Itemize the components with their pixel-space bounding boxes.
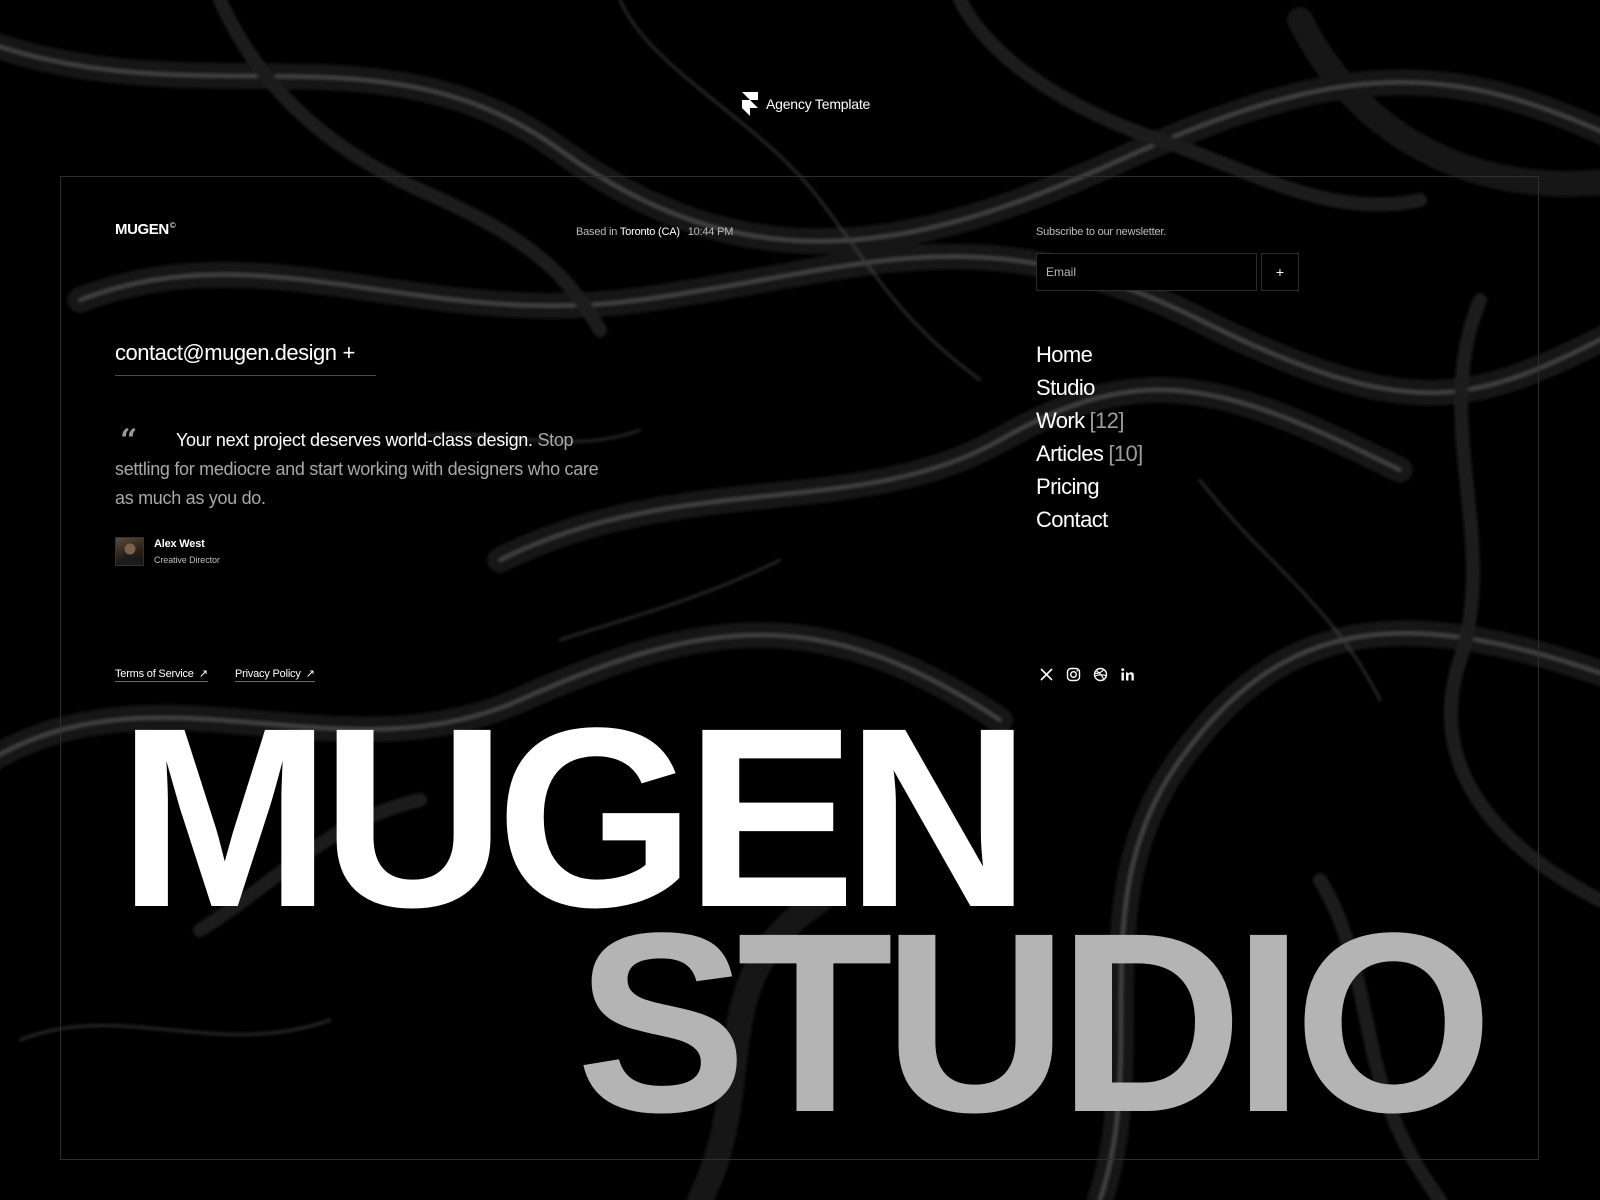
- nav-label-home: Home: [1036, 342, 1093, 367]
- linkedin-icon[interactable]: [1120, 667, 1135, 682]
- nav-count-articles: [10]: [1108, 441, 1143, 466]
- dribbble-icon[interactable]: [1093, 667, 1108, 682]
- main-navigation: Home Studio Work [12] Articles [10] Pricin…: [1036, 338, 1143, 536]
- logo-text: MUGEN: [115, 221, 169, 238]
- nav-item-pricing[interactable]: Pricing: [1036, 470, 1143, 503]
- agency-template-badge[interactable]: Agency Template: [742, 92, 870, 116]
- person-silhouette-icon: [119, 543, 142, 565]
- nav-label-articles: Articles: [1036, 441, 1104, 466]
- local-time: 10:44 PM: [687, 226, 734, 238]
- copyright-mark: ©: [169, 221, 176, 230]
- author-role: Creative Director: [154, 555, 220, 565]
- contact-email-text: contact@mugen.design: [115, 340, 337, 365]
- nav-item-home[interactable]: Home: [1036, 338, 1143, 371]
- nav-item-articles[interactable]: Articles [10]: [1036, 437, 1143, 470]
- instagram-icon[interactable]: [1066, 667, 1081, 682]
- x-icon[interactable]: [1039, 667, 1054, 682]
- location-info: Based in Toronto (CA) 10:44 PM: [576, 226, 733, 238]
- nav-label-pricing: Pricing: [1036, 474, 1100, 499]
- nav-item-contact[interactable]: Contact: [1036, 503, 1143, 536]
- framer-logo-icon: [742, 92, 758, 116]
- nav-label-contact: Contact: [1036, 507, 1108, 532]
- newsletter-label: Subscribe to our newsletter.: [1036, 226, 1167, 238]
- social-links: [1039, 667, 1135, 682]
- quote-lead: Your next project deserves world-class d…: [176, 430, 533, 450]
- subscribe-button[interactable]: +: [1261, 253, 1299, 291]
- nav-item-studio[interactable]: Studio: [1036, 371, 1143, 404]
- testimonial-quote: Your next project deserves world-class d…: [115, 426, 615, 513]
- author-name: Alex West: [154, 538, 205, 550]
- contact-email-link[interactable]: contact@mugen.design +: [115, 340, 376, 376]
- location-prefix: Based in: [576, 226, 618, 238]
- agency-template-label: Agency Template: [766, 96, 871, 112]
- hero-title-studio: STUDIO: [576, 880, 1493, 1166]
- nav-item-work[interactable]: Work [12]: [1036, 404, 1143, 437]
- nav-count-work: [12]: [1089, 408, 1125, 433]
- site-logo[interactable]: MUGEN©: [115, 221, 176, 238]
- nav-label-studio: Studio: [1036, 375, 1095, 400]
- contact-plus: +: [342, 340, 355, 365]
- author-avatar: [115, 537, 144, 566]
- location-city: Toronto (CA): [619, 226, 680, 238]
- nav-label-work: Work: [1036, 408, 1085, 433]
- newsletter-email-input[interactable]: [1036, 253, 1257, 291]
